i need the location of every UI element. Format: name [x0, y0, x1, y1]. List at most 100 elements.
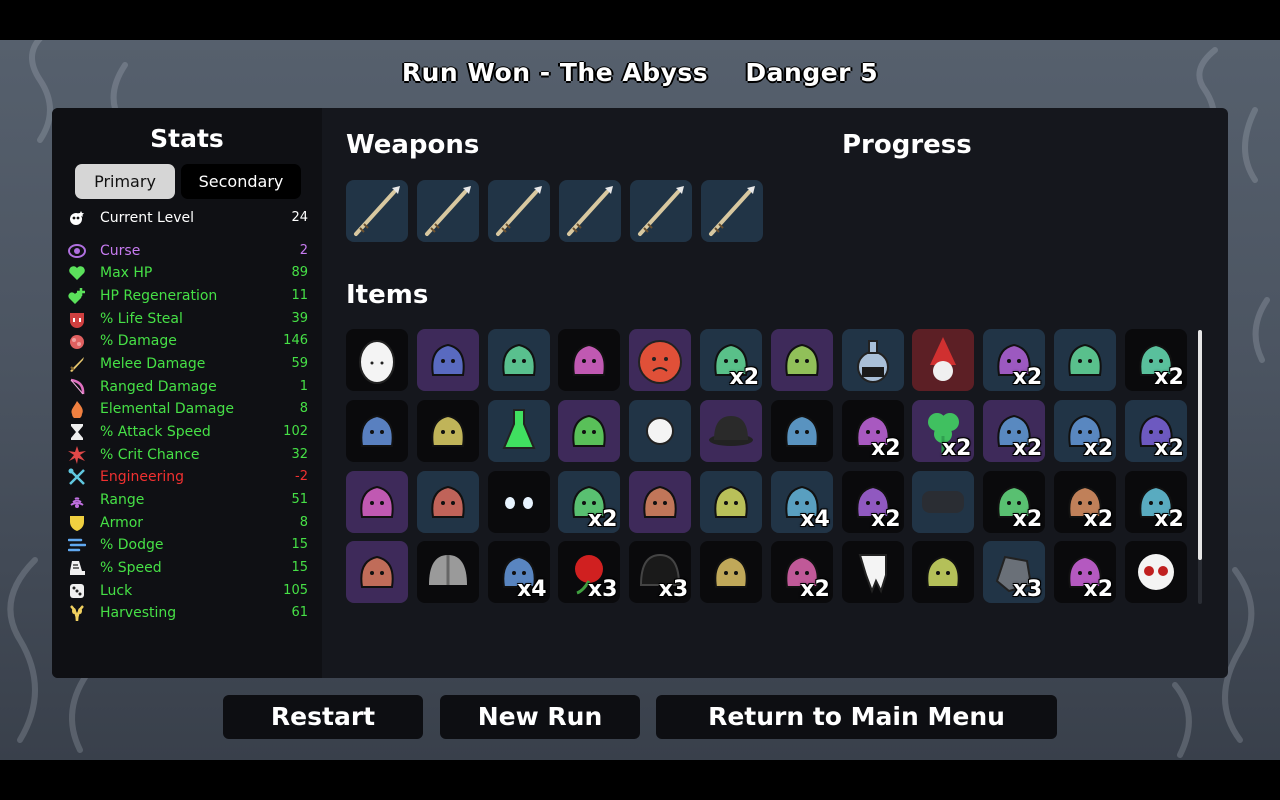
weapon-slot[interactable] — [417, 180, 479, 242]
item-slot[interactable]: x2 — [912, 399, 975, 462]
weapon-slot[interactable] — [488, 180, 550, 242]
item-slot[interactable] — [912, 541, 975, 604]
item-slot[interactable] — [416, 329, 479, 391]
stat-value: 51 — [291, 492, 308, 507]
item-slot[interactable] — [416, 541, 479, 604]
item-slot[interactable] — [912, 329, 975, 391]
item-slot[interactable] — [558, 329, 621, 391]
weapon-slot[interactable] — [346, 180, 408, 242]
item-slot[interactable] — [487, 399, 550, 462]
stat-row-curse[interactable]: Curse 2 — [68, 240, 308, 262]
item-slot[interactable] — [1124, 541, 1187, 604]
item-slot[interactable] — [841, 329, 904, 391]
stat-row-life-steal[interactable]: % Life Steal 39 — [68, 308, 308, 330]
heart-icon — [69, 266, 85, 280]
stat-row-armor[interactable]: Armor 8 — [68, 512, 308, 534]
item-slot[interactable]: x3 — [558, 541, 621, 604]
item-slot[interactable] — [770, 329, 833, 391]
return-to-main-menu-button[interactable]: Return to Main Menu — [656, 695, 1057, 739]
item-slot[interactable]: x2 — [1054, 470, 1116, 533]
item-slot[interactable] — [770, 399, 833, 462]
item-slot[interactable]: x2 — [983, 399, 1046, 462]
item-slot[interactable] — [700, 470, 762, 533]
fish-icon — [785, 414, 819, 447]
item-slot[interactable] — [558, 399, 621, 462]
item-slot[interactable] — [912, 470, 975, 533]
items-scrollbar-thumb[interactable] — [1198, 330, 1202, 560]
tab-primary[interactable]: Primary — [75, 164, 175, 199]
item-slot[interactable] — [346, 329, 408, 391]
stat-row-melee-damage[interactable]: Melee Damage 59 — [68, 353, 308, 375]
gem-ring-icon — [572, 414, 607, 447]
item-slot[interactable]: x4 — [487, 541, 550, 604]
stat-row-range[interactable]: Range 51 — [68, 489, 308, 511]
eyes-in-dark-icon — [504, 496, 533, 509]
item-slot[interactable]: x2 — [770, 541, 833, 604]
item-slot[interactable] — [629, 399, 692, 462]
item-slot[interactable]: x2 — [841, 399, 904, 462]
item-slot[interactable] — [346, 399, 408, 462]
item-slot[interactable] — [416, 399, 479, 462]
dodge-icon — [68, 538, 86, 552]
item-slot[interactable]: x2 — [1124, 399, 1187, 462]
stone-slab-icon — [922, 490, 965, 513]
item-slot[interactable]: x2 — [558, 470, 621, 533]
tab-secondary[interactable]: Secondary — [181, 164, 301, 199]
item-slot[interactable] — [487, 470, 550, 533]
item-slot[interactable]: x2 — [1054, 399, 1116, 462]
item-slot[interactable] — [416, 470, 479, 533]
item-quantity: x2 — [1012, 365, 1043, 390]
item-slot[interactable] — [700, 541, 762, 604]
stat-row-damage[interactable]: % Damage 146 — [68, 330, 308, 352]
item-slot[interactable]: x2 — [841, 470, 904, 533]
harvesting-icon — [70, 605, 84, 622]
item-quantity: x2 — [1012, 435, 1043, 461]
item-slot[interactable]: x2 — [983, 329, 1046, 391]
item-slot[interactable] — [487, 329, 550, 391]
restart-button[interactable]: Restart — [223, 695, 423, 739]
item-slot[interactable] — [841, 541, 904, 604]
stat-row-luck[interactable]: Luck 105 — [68, 580, 308, 602]
level-icon — [70, 211, 84, 225]
rope-icon — [360, 485, 394, 518]
scarf-icon — [360, 414, 394, 447]
stat-row-engineering[interactable]: Engineering -2 — [68, 466, 308, 488]
palm-tree-icon — [431, 414, 465, 447]
item-slot[interactable]: x2 — [983, 470, 1046, 533]
weapon-slot[interactable] — [559, 180, 621, 242]
item-quantity: x2 — [587, 506, 618, 532]
item-slot[interactable]: x2 — [700, 329, 762, 391]
item-slot[interactable] — [629, 470, 692, 533]
stat-row-hp-regeneration[interactable]: HP Regeneration 11 — [68, 285, 308, 307]
items-scrollbar[interactable] — [1198, 330, 1202, 604]
item-slot[interactable]: x3 — [629, 541, 692, 604]
stat-row-harvesting[interactable]: Harvesting 61 — [68, 602, 308, 624]
item-slot[interactable]: x4 — [770, 470, 833, 533]
stat-row-ranged-damage[interactable]: Ranged Damage 1 — [68, 376, 308, 398]
stat-row-dodge[interactable]: % Dodge 15 — [68, 534, 308, 556]
weapon-slot[interactable] — [701, 180, 763, 242]
stat-value: 59 — [291, 356, 308, 371]
stat-row-attack-speed[interactable]: % Attack Speed 102 — [68, 421, 308, 443]
item-slot[interactable] — [346, 470, 408, 533]
elemental-icon — [71, 401, 83, 418]
item-slot[interactable]: x2 — [1124, 329, 1187, 391]
new-run-button[interactable]: New Run — [440, 695, 640, 739]
rat-icon — [643, 485, 677, 518]
weapon-slot[interactable] — [630, 180, 692, 242]
item-slot[interactable] — [700, 399, 762, 462]
stat-row-elemental-damage[interactable]: Elemental Damage 8 — [68, 398, 308, 420]
stat-row-max-hp[interactable]: Max HP 89 — [68, 262, 308, 284]
item-slot[interactable] — [629, 329, 692, 391]
stat-value: 89 — [291, 265, 308, 280]
stat-value: 8 — [299, 515, 308, 530]
item-slot[interactable] — [346, 541, 408, 604]
item-quantity: x3 — [1012, 577, 1043, 603]
spyglass-icon — [431, 485, 465, 518]
stat-row-crit-chance[interactable]: % Crit Chance 32 — [68, 444, 308, 466]
stat-row-speed[interactable]: % Speed 15 — [68, 557, 308, 579]
item-slot[interactable]: x3 — [983, 541, 1046, 604]
item-slot[interactable] — [1054, 329, 1116, 391]
item-slot[interactable]: x2 — [1054, 541, 1116, 604]
item-slot[interactable]: x2 — [1124, 470, 1187, 533]
